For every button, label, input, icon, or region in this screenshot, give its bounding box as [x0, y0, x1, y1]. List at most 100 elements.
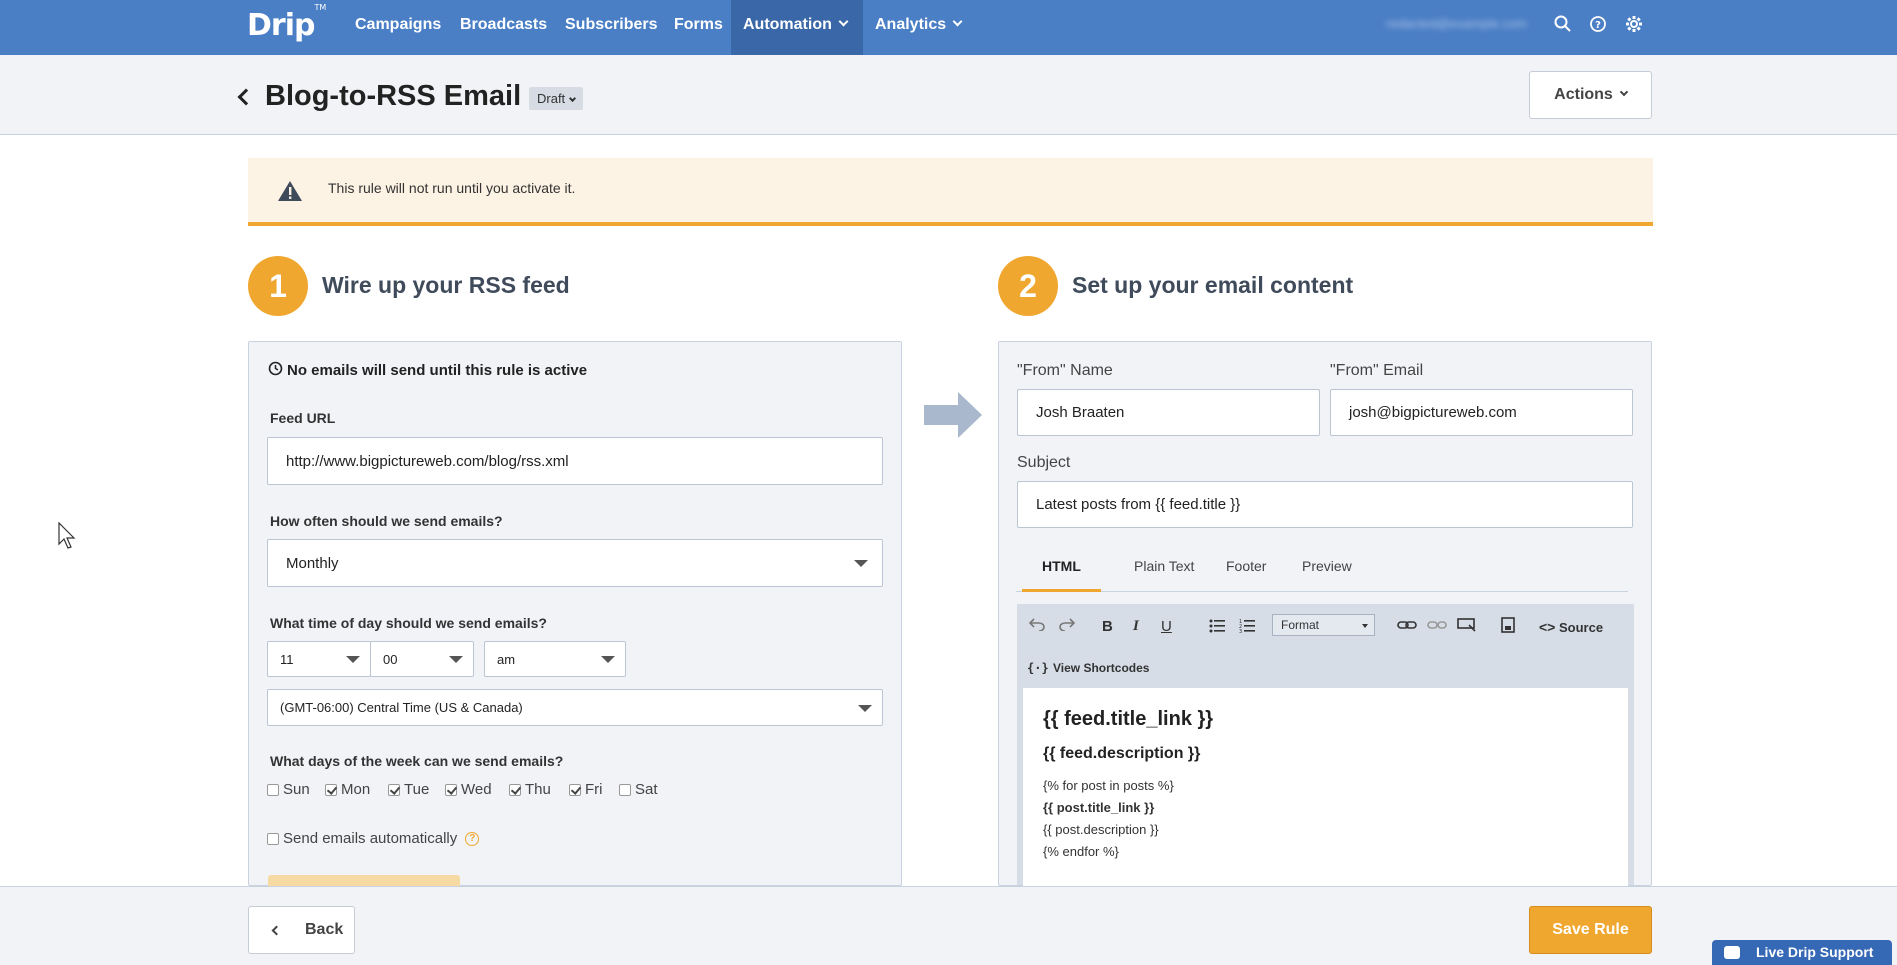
- nav-item-forms[interactable]: Forms: [662, 0, 735, 55]
- checkbox[interactable]: [267, 783, 279, 796]
- step-number-1: 1: [248, 256, 308, 316]
- gear-icon[interactable]: [1624, 14, 1644, 34]
- undo-icon[interactable]: [1029, 617, 1045, 631]
- time-label: What time of day should we send emails?: [270, 615, 547, 631]
- warning-text: This rule will not run until you activat…: [328, 180, 576, 196]
- account-menu[interactable]: redacted@example.com: [1386, 16, 1527, 31]
- unlink-icon[interactable]: [1427, 618, 1447, 632]
- clock-icon: [268, 361, 283, 376]
- nav-item-analytics[interactable]: Analytics: [863, 0, 973, 55]
- step-1-title: Wire up your RSS feed: [322, 272, 570, 298]
- chevron-down-icon: [952, 16, 963, 27]
- save-rule-button[interactable]: Save Rule: [1529, 906, 1652, 954]
- checkbox-checked[interactable]: [325, 783, 337, 796]
- auto-send-toggle[interactable]: Send emails automatically?: [267, 830, 480, 847]
- redo-icon[interactable]: [1059, 617, 1075, 631]
- step-number-2: 2: [998, 256, 1058, 316]
- editor-line: {% endfor %}: [1043, 844, 1119, 859]
- link-icon[interactable]: [1397, 618, 1417, 632]
- chevron-down-icon: [569, 94, 577, 103]
- day-sat[interactable]: Sat: [619, 781, 658, 798]
- from-email-input[interactable]: josh@bigpictureweb.com: [1330, 389, 1633, 436]
- help-icon[interactable]: ?: [465, 831, 480, 846]
- checkbox-checked[interactable]: [445, 783, 457, 796]
- checkbox-checked[interactable]: [388, 783, 400, 796]
- step-2-title: Set up your email content: [1072, 272, 1354, 298]
- dropdown-caret-icon: [601, 656, 615, 663]
- svg-text:3: 3: [1239, 629, 1242, 633]
- italic-icon[interactable]: I: [1133, 618, 1139, 635]
- shortcodes-bar: {·} View Shortcodes: [1017, 652, 1634, 685]
- drip-logo[interactable]: DripTM: [247, 3, 326, 43]
- frequency-select[interactable]: Monthly: [267, 539, 883, 587]
- activate-button[interactable]: [268, 875, 460, 886]
- shortcode-icon: {·}: [1027, 661, 1049, 675]
- top-nav: DripTM Campaigns Broadcasts Subscribers …: [0, 0, 1897, 55]
- day-fri[interactable]: Fri: [569, 781, 603, 798]
- ampm-select[interactable]: am: [484, 641, 626, 677]
- from-name-input[interactable]: Josh Braaten: [1017, 389, 1320, 436]
- warning-banner: This rule will not run until you activat…: [248, 158, 1653, 226]
- tab-footer[interactable]: Footer: [1206, 548, 1286, 592]
- editor-tabs: HTML Plain Text Footer Preview: [1016, 548, 1628, 592]
- from-name-label: "From" Name: [1017, 362, 1113, 379]
- chat-bubble-icon: [1724, 946, 1740, 959]
- checkbox[interactable]: [267, 832, 279, 845]
- timezone-select[interactable]: (GMT-06:00) Central Time (US & Canada): [267, 689, 883, 726]
- warning-icon: [278, 181, 302, 201]
- source-button[interactable]: <> Source: [1539, 619, 1603, 635]
- editor-content[interactable]: {{ feed.title_link }} {{ feed.descriptio…: [1023, 688, 1628, 888]
- view-shortcodes-link[interactable]: View Shortcodes: [1053, 661, 1149, 675]
- minute-select[interactable]: 00: [370, 641, 474, 677]
- page-header: Blog-to-RSS Email Draft Actions: [0, 55, 1897, 135]
- anchor-icon[interactable]: [1457, 617, 1477, 633]
- mouse-cursor-icon: [58, 522, 76, 549]
- chevron-down-icon: [1619, 87, 1629, 97]
- search-icon[interactable]: [1553, 14, 1573, 34]
- editor-line: {% for post in posts %}: [1043, 778, 1174, 793]
- editor-line: {{ post.description }}: [1043, 822, 1159, 837]
- frequency-label: How often should we send emails?: [270, 513, 503, 529]
- checkbox-checked[interactable]: [569, 783, 581, 796]
- subject-label: Subject: [1017, 454, 1071, 471]
- subject-input[interactable]: Latest posts from {{ feed.title }}: [1017, 481, 1633, 528]
- live-support-button[interactable]: Live Drip Support: [1712, 940, 1892, 965]
- nav-item-subscribers[interactable]: Subscribers: [553, 0, 669, 55]
- editor-line: {{ post.title_link }}: [1043, 800, 1155, 815]
- format-select[interactable]: Format: [1272, 614, 1375, 636]
- editor-subheading: {{ feed.description }}: [1043, 745, 1201, 762]
- code-icon: <>: [1539, 619, 1556, 635]
- day-mon[interactable]: Mon: [325, 781, 370, 798]
- image-icon[interactable]: [1501, 617, 1515, 633]
- checkbox-checked[interactable]: [509, 783, 521, 796]
- checkbox[interactable]: [619, 783, 631, 796]
- feed-url-input[interactable]: http://www.bigpictureweb.com/blog/rss.xm…: [267, 437, 883, 485]
- day-wed[interactable]: Wed: [445, 781, 492, 798]
- numbered-list-icon[interactable]: 123: [1239, 619, 1255, 633]
- hour-select[interactable]: 11: [267, 641, 371, 677]
- day-sun[interactable]: Sun: [267, 781, 310, 798]
- editor-heading: {{ feed.title_link }}: [1043, 708, 1214, 730]
- actions-button[interactable]: Actions: [1529, 71, 1652, 119]
- nav-item-automation[interactable]: Automation: [731, 0, 863, 55]
- tab-preview[interactable]: Preview: [1282, 548, 1372, 592]
- day-tue[interactable]: Tue: [388, 781, 429, 798]
- underline-icon[interactable]: U: [1161, 618, 1172, 635]
- back-chevron-icon[interactable]: [237, 88, 255, 106]
- svg-text:?: ?: [1595, 20, 1601, 31]
- tab-plain-text[interactable]: Plain Text: [1114, 548, 1214, 592]
- bullet-list-icon[interactable]: [1209, 619, 1225, 633]
- page-title: Blog-to-RSS Email: [265, 80, 522, 112]
- status-badge[interactable]: Draft: [529, 87, 584, 110]
- nav-item-campaigns[interactable]: Campaigns: [343, 0, 453, 55]
- back-button[interactable]: Back: [248, 906, 355, 954]
- rule-inactive-notice: No emails will send until this rule is a…: [287, 362, 588, 379]
- days-label: What days of the week can we send emails…: [270, 753, 564, 769]
- nav-item-broadcasts[interactable]: Broadcasts: [448, 0, 559, 55]
- tab-html[interactable]: HTML: [1022, 548, 1101, 592]
- bold-icon[interactable]: B: [1102, 618, 1113, 635]
- arrow-right-icon: [924, 392, 982, 438]
- day-thu[interactable]: Thu: [509, 781, 551, 798]
- editor-toolbar: B I U 123 Format <> Source: [1017, 604, 1634, 652]
- help-icon[interactable]: ?: [1588, 14, 1608, 34]
